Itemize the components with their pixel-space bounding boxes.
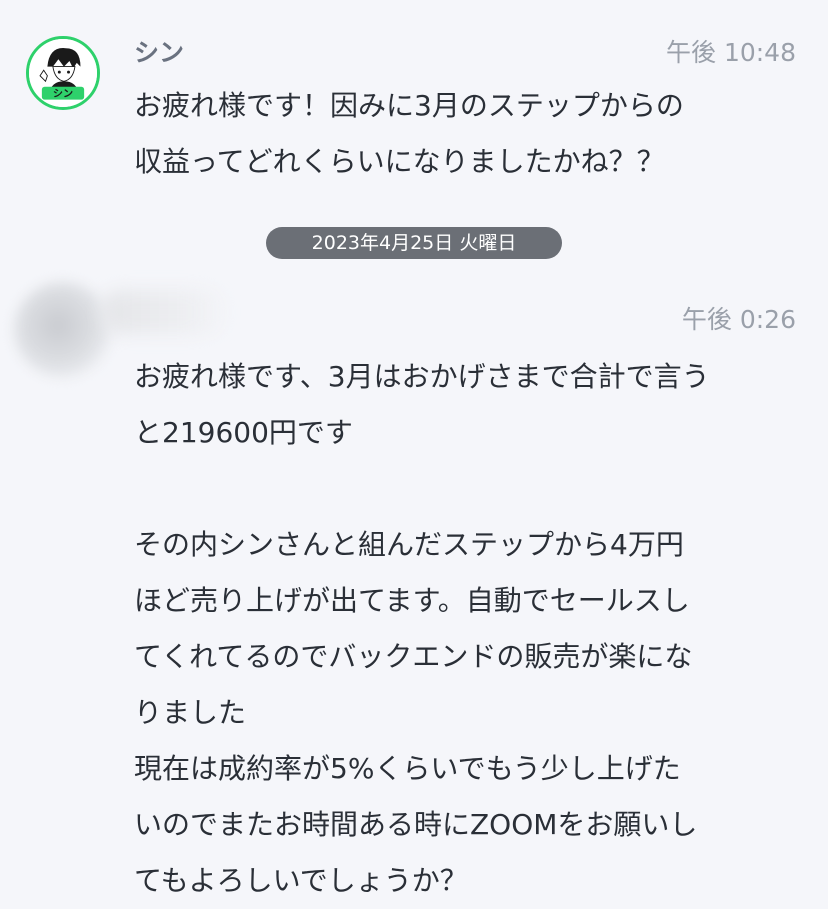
sender-avatar[interactable]: シン: [26, 36, 100, 110]
avatar-illustration-icon: シン: [29, 39, 97, 107]
message-timestamp: 午後 10:48: [666, 38, 796, 67]
blurred-sender-name: [100, 290, 230, 334]
sender-name: シン: [134, 38, 185, 67]
avatar-logo-text: シン: [53, 88, 73, 100]
message-text[interactable]: お疲れ様です！因みに3月のステップからの 収益ってどれくらいになりましたかね？？: [134, 78, 804, 190]
message-text[interactable]: お疲れ様です、3月はおかげさまで合計で言う と219600円です その内シンさん…: [134, 349, 804, 909]
blurred-avatar: [14, 282, 112, 378]
date-separator: 2023年4月25日 火曜日: [266, 227, 562, 259]
message-timestamp: 午後 0:26: [681, 305, 796, 334]
